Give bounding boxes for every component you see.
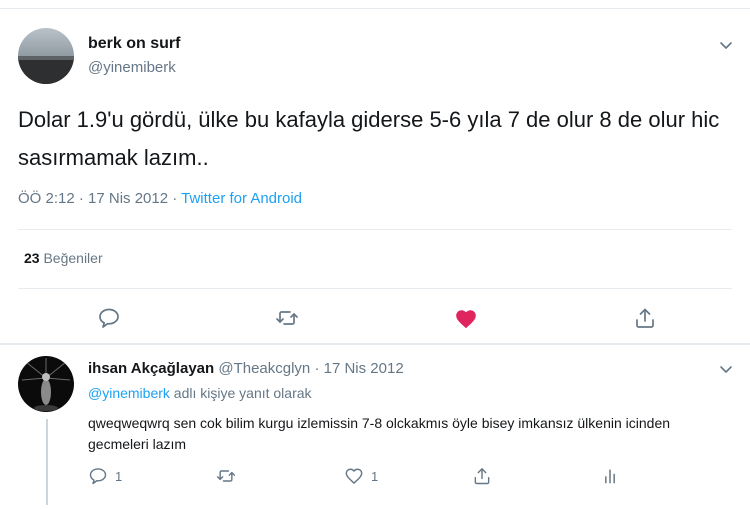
- reply-handle-date[interactable]: @Theakcglyn · 17 Nis 2012: [214, 360, 403, 377]
- tweet-text: Dolar 1.9'u gördü, ülke bu kafayla gider…: [18, 107, 720, 170]
- likes-summary[interactable]: 23 Beğeniler: [24, 250, 103, 266]
- replying-to-label: adlı kişiye yanıt olarak: [169, 385, 312, 401]
- top-divider: [0, 8, 750, 9]
- chevron-down-icon[interactable]: [718, 361, 734, 377]
- likes-count: 23: [24, 250, 40, 266]
- mention-link[interactable]: @yinemiberk: [88, 385, 170, 401]
- handle[interactable]: @yinemiberk: [88, 59, 176, 76]
- reply-like-button[interactable]: 1: [344, 466, 378, 486]
- reply-display-name[interactable]: ihsan Akçağlayan: [88, 360, 214, 377]
- reply-header: ihsan Akçağlayan @Theakcglyn · 17 Nis 20…: [88, 360, 404, 377]
- display-name[interactable]: berk on surf: [88, 35, 180, 53]
- reply-avatar[interactable]: [18, 356, 74, 412]
- share-icon[interactable]: [633, 306, 657, 330]
- heart-outline-icon: [345, 468, 363, 484]
- reply-count: 1: [115, 468, 123, 484]
- reply-reply-button[interactable]: 1: [88, 466, 122, 486]
- reply-icon: [89, 468, 107, 485]
- share-icon: [474, 468, 490, 485]
- reply-retweet-button[interactable]: [216, 466, 243, 486]
- like-heart-icon[interactable]: [454, 307, 478, 331]
- chevron-down-icon[interactable]: [718, 37, 734, 53]
- timestamp[interactable]: ÖÖ 2:12 · 17 Nis 2012 ·: [18, 190, 181, 207]
- thread-line: [46, 419, 48, 505]
- replying-to: @yinemiberk adlı kişiye yanıt olarak: [88, 385, 312, 401]
- reply-text: qweqweqwrq sen cok bilim kurgu izlemissi…: [88, 415, 671, 452]
- analytics-icon: [605, 469, 615, 484]
- divider: [18, 288, 732, 289]
- divider: [0, 343, 750, 345]
- avatar[interactable]: [18, 28, 74, 84]
- retweet-icon: [216, 470, 236, 482]
- reply-analytics-button[interactable]: [600, 466, 627, 486]
- like-count: 1: [371, 468, 379, 484]
- retweet-icon[interactable]: [275, 306, 299, 330]
- tweet-meta: ÖÖ 2:12 · 17 Nis 2012 · Twitter for Andr…: [18, 190, 302, 207]
- source-link[interactable]: Twitter for Android: [181, 190, 302, 207]
- reply-icon[interactable]: [97, 306, 121, 330]
- divider: [18, 229, 732, 230]
- likes-label: Beğeniler: [43, 250, 103, 266]
- reply-share-button[interactable]: [472, 466, 499, 486]
